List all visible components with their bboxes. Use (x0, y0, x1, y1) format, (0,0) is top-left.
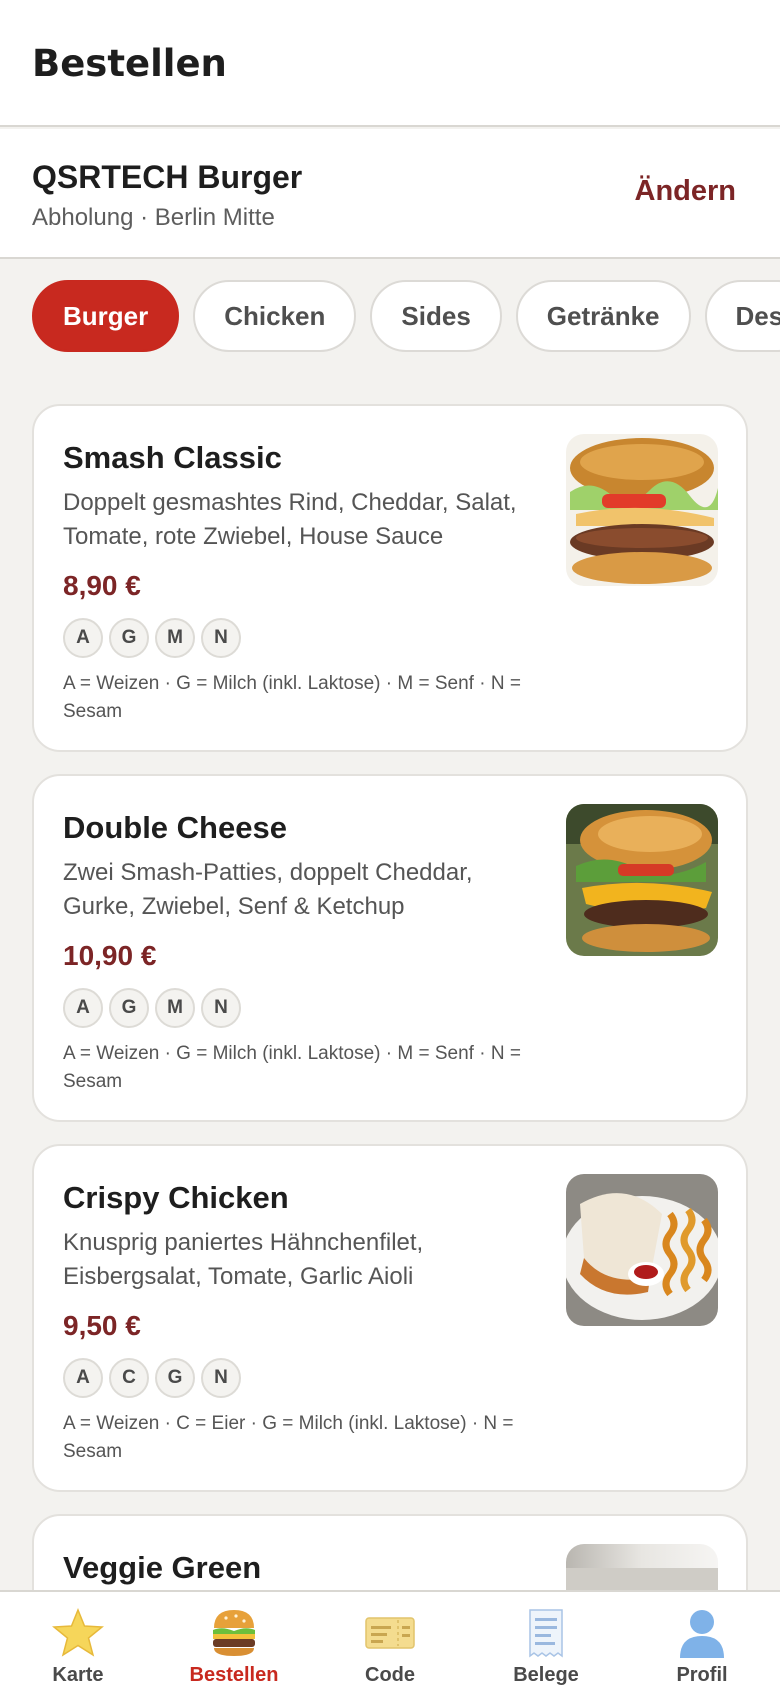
allergen-badge: A (63, 988, 103, 1028)
product-description: Zwei Smash-Patties, doppelt Cheddar, Gur… (63, 859, 473, 920)
ticket-icon (364, 1608, 416, 1663)
product-card[interactable]: Crispy Chicken Knusprig paniertes Hähnch… (32, 1144, 748, 1492)
allergen-badge: N (201, 1358, 241, 1398)
change-store-button[interactable]: Ändern (635, 175, 737, 208)
product-description: Knusprig paniertes Hähnchenfilet, Eisber… (63, 1229, 424, 1290)
allergen-badge: N (201, 618, 241, 658)
allergen-legend: A = Weizen · C = Eier · G = Milch (inkl.… (63, 1413, 514, 1462)
nav-label: Belege (513, 1664, 579, 1686)
allergen-badges: AGMN (63, 618, 247, 658)
tab-chicken[interactable]: Chicken (193, 280, 357, 352)
allergen-badges: AGMN (63, 988, 247, 1028)
cheeseburger-photo (566, 804, 718, 956)
nav-label: Karte (52, 1664, 104, 1686)
receipt-icon (524, 1608, 568, 1663)
allergen-legend: A = Weizen · G = Milch (inkl. Laktose) ·… (63, 1043, 521, 1092)
product-name: Veggie Green (63, 1550, 262, 1585)
app-header: Bestellen (0, 0, 780, 127)
category-tabs: Burger Chicken Sides Getränke Des (32, 280, 780, 352)
product-price: 8,90 € (63, 570, 141, 601)
allergen-badge: G (155, 1358, 195, 1398)
nav-item-code[interactable]: Code (312, 1592, 468, 1688)
nav-label: Profil (676, 1664, 728, 1686)
allergen-badge: A (63, 618, 103, 658)
allergen-badge: M (155, 988, 195, 1028)
page-title: Bestellen (32, 42, 227, 85)
tab-sides[interactable]: Sides (370, 280, 502, 352)
allergen-badge: G (109, 988, 149, 1028)
nav-item-profil[interactable]: Profil (624, 1592, 780, 1688)
tab-burger[interactable]: Burger (32, 280, 180, 352)
allergen-badge: A (63, 1358, 103, 1398)
product-price: 10,90 € (63, 940, 157, 971)
product-name: Smash Classic (63, 440, 282, 475)
nav-item-belege[interactable]: Belege (468, 1592, 624, 1688)
store-selector: QSRTECH Burger Abholung · Berlin Mitte Ä… (0, 129, 780, 259)
star-icon (52, 1608, 104, 1663)
burger-photo (566, 434, 718, 586)
product-card[interactable]: Smash Classic Doppelt gesmashtes Rind, C… (32, 404, 748, 752)
burger-icon (210, 1608, 258, 1663)
product-description: Doppelt gesmashtes Rind, Cheddar, Salat,… (63, 489, 517, 550)
product-price: 9,50 € (63, 1310, 141, 1341)
nav-label: Bestellen (189, 1664, 279, 1686)
store-name: QSRTECH Burger (32, 159, 303, 195)
bottom-navigation: Karte Bestellen Code Belege Profil (0, 1590, 780, 1688)
allergen-badge: C (109, 1358, 149, 1398)
nav-label: Code (365, 1664, 415, 1686)
allergen-badges: ACGN (63, 1358, 247, 1398)
tab-desserts[interactable]: Des (704, 280, 780, 352)
allergen-legend: A = Weizen · G = Milch (inkl. Laktose) ·… (63, 673, 521, 722)
nav-item-bestellen[interactable]: Bestellen (156, 1592, 312, 1688)
nav-item-karte[interactable]: Karte (0, 1592, 156, 1688)
person-icon (678, 1608, 726, 1663)
allergen-badge: N (201, 988, 241, 1028)
tab-getraenke[interactable]: Getränke (515, 280, 691, 352)
allergen-badge: M (155, 618, 195, 658)
store-subtitle: Abholung · Berlin Mitte (32, 204, 275, 231)
product-card[interactable]: Double Cheese Zwei Smash-Patties, doppel… (32, 774, 748, 1122)
product-name: Double Cheese (63, 810, 287, 845)
product-name: Crispy Chicken (63, 1180, 289, 1215)
allergen-badge: G (109, 618, 149, 658)
chicken-sandwich-photo (566, 1174, 718, 1326)
